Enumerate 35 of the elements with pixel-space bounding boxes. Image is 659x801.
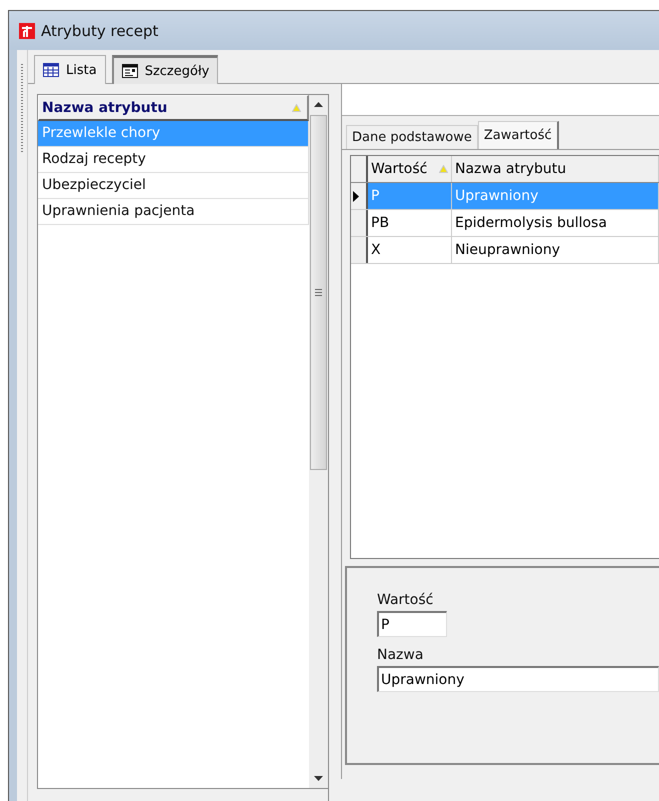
app-logo-icon [19, 22, 35, 38]
attribute-row[interactable]: Uprawnienia pacjenta [38, 199, 309, 225]
current-row-icon [353, 190, 359, 202]
row-indicator[interactable] [351, 183, 368, 209]
detail-tab[interactable]: Dane podstawowe [346, 125, 478, 149]
scroll-thumb[interactable] [310, 115, 327, 470]
field-label: Nazwa [377, 647, 424, 663]
table-cell: Uprawniony [455, 188, 538, 204]
detail-tab[interactable]: Zawartość [478, 121, 559, 149]
sort-icon [439, 165, 448, 173]
sort-icon [292, 104, 301, 112]
window-title: Atrybuty recept [41, 22, 158, 40]
table-cell: P [371, 188, 380, 204]
attribute-row[interactable]: Rodzaj recepty [38, 147, 309, 173]
text-field[interactable]: Uprawniony [377, 666, 659, 692]
column-header[interactable]: Wartość [371, 161, 428, 177]
table-cell: X [371, 242, 381, 258]
table-cell: PB [371, 215, 390, 231]
row-indicator[interactable] [351, 210, 368, 236]
grid-row[interactable]: X Nieuprawniony [351, 237, 659, 264]
form-icon [122, 64, 138, 78]
view-tab[interactable]: Lista [34, 55, 106, 84]
scroll-up-icon[interactable] [314, 102, 323, 107]
field-label: Wartość [377, 592, 434, 608]
scroll-down-icon[interactable] [314, 776, 323, 781]
grid-row[interactable]: PB Epidermolysis bullosa [351, 210, 659, 237]
text-field[interactable]: P [377, 611, 447, 637]
attribute-row[interactable]: Ubezpieczyciel [38, 173, 309, 199]
view-tab[interactable]: Szczegóły [112, 55, 218, 84]
table-icon [43, 63, 59, 77]
table-cell: Epidermolysis bullosa [455, 215, 607, 231]
column-header[interactable]: Nazwa atrybutu [455, 161, 566, 177]
scrollbar[interactable] [309, 95, 328, 788]
row-indicator[interactable] [351, 237, 368, 263]
table-cell: Nieuprawniony [455, 242, 560, 258]
